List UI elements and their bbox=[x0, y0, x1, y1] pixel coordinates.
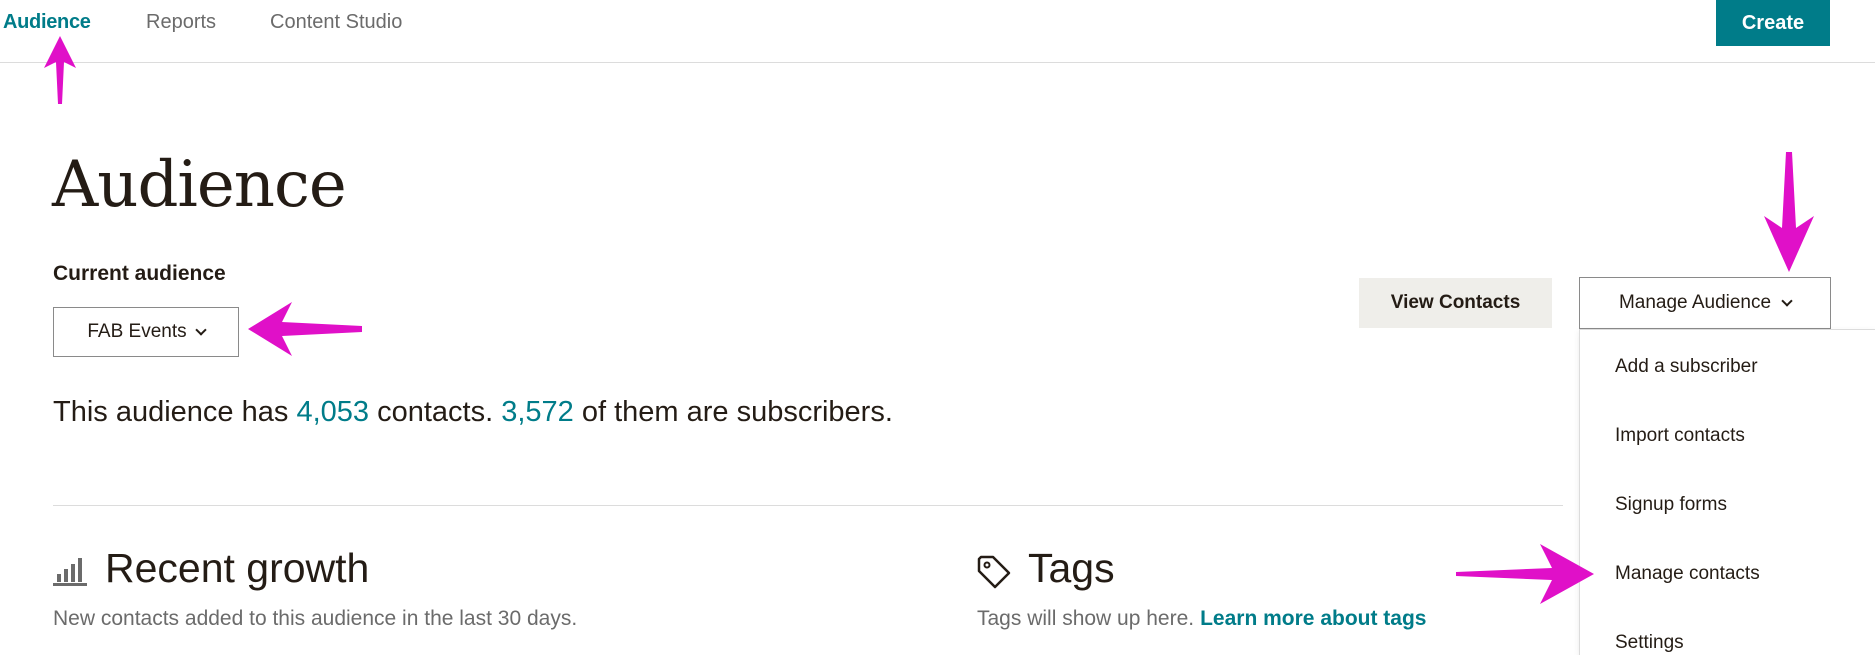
recent-growth-title: Recent growth bbox=[105, 545, 370, 591]
menu-item-import-contacts[interactable]: Import contacts bbox=[1615, 425, 1745, 447]
chevron-down-icon bbox=[1781, 294, 1793, 307]
view-contacts-button[interactable]: View Contacts bbox=[1359, 278, 1552, 328]
section-divider bbox=[53, 505, 1563, 506]
summary-suffix: of them are subscribers. bbox=[573, 396, 893, 428]
current-audience-label: Current audience bbox=[53, 262, 226, 285]
page-title: Audience bbox=[52, 148, 347, 222]
manage-audience-menu: Add a subscriber Import contacts Signup … bbox=[1579, 329, 1875, 655]
menu-item-settings[interactable]: Settings bbox=[1615, 632, 1684, 654]
annotation-arrow-left bbox=[248, 302, 362, 356]
annotation-arrow-right bbox=[1456, 544, 1594, 604]
contacts-count[interactable]: 4,053 bbox=[296, 396, 369, 428]
menu-item-add-subscriber[interactable]: Add a subscriber bbox=[1615, 356, 1758, 378]
nav-item-reports[interactable]: Reports bbox=[146, 10, 216, 34]
tags-description: Tags will show up here. Learn more about … bbox=[977, 607, 1427, 631]
learn-more-tags-link[interactable]: Learn more about tags bbox=[1200, 607, 1426, 630]
menu-item-manage-contacts[interactable]: Manage contacts bbox=[1615, 563, 1760, 585]
nav-item-audience[interactable]: Audience bbox=[3, 10, 91, 34]
chevron-down-icon bbox=[194, 323, 207, 336]
recent-growth-description: New contacts added to this audience in t… bbox=[53, 607, 578, 630]
audience-summary: This audience has 4,053 contacts. 3,572 … bbox=[53, 396, 893, 429]
annotation-arrow-down bbox=[1764, 152, 1814, 272]
summary-prefix: This audience has bbox=[53, 396, 297, 428]
manage-audience-button[interactable]: Manage Audience bbox=[1579, 277, 1831, 329]
menu-item-signup-forms[interactable]: Signup forms bbox=[1615, 494, 1727, 516]
top-navigation: Audience Reports Content Studio Create bbox=[0, 0, 1875, 63]
tags-title: Tags bbox=[1028, 545, 1115, 591]
audience-selector[interactable]: FAB Events bbox=[53, 307, 239, 357]
manage-audience-label: Manage Audience bbox=[1618, 292, 1772, 313]
selected-audience: FAB Events bbox=[87, 321, 187, 342]
tags-description-text: Tags will show up here. bbox=[977, 607, 1195, 630]
summary-middle: contacts. bbox=[369, 396, 502, 428]
create-button[interactable]: Create bbox=[1716, 0, 1830, 46]
bar-chart-icon bbox=[53, 558, 87, 586]
nav-item-content-studio[interactable]: Content Studio bbox=[270, 10, 402, 34]
tag-icon bbox=[977, 555, 1011, 589]
subscribers-count[interactable]: 3,572 bbox=[501, 396, 574, 428]
